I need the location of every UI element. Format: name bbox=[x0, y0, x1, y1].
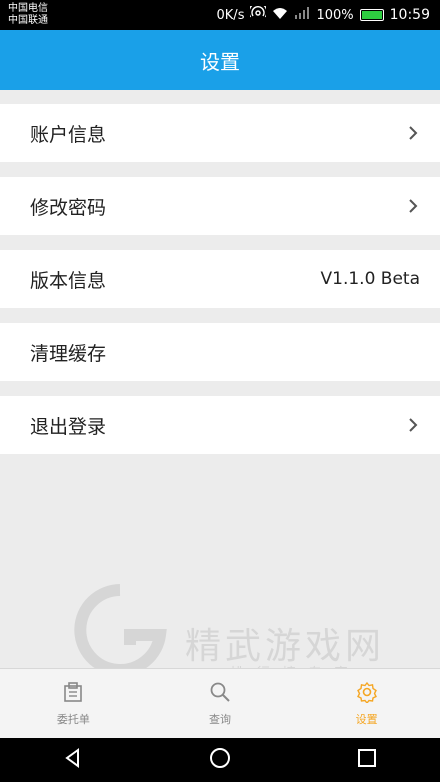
network-speed: 0K/s bbox=[216, 7, 245, 23]
hotspot-icon bbox=[248, 2, 269, 24]
settings-row-clear-cache[interactable]: 清理缓存 bbox=[0, 323, 440, 381]
app-header: 设置 bbox=[0, 30, 440, 90]
watermark-logo-icon bbox=[74, 584, 167, 675]
tab-settings[interactable]: 设置 bbox=[293, 669, 440, 738]
recents-icon[interactable] bbox=[357, 748, 377, 772]
version-label: 版本信息 bbox=[30, 269, 107, 292]
chevron-right-icon bbox=[406, 199, 420, 213]
status-bar: 中国电信 中国联通 0K/s 100% 10:59 bbox=[0, 0, 440, 30]
chevron-right-icon bbox=[406, 418, 420, 432]
battery-icon bbox=[359, 9, 384, 21]
signal-icon bbox=[294, 7, 310, 23]
settings-row-account-info[interactable]: 账户信息 bbox=[0, 104, 440, 162]
clock: 10:59 bbox=[389, 7, 430, 23]
battery-percent: 100% bbox=[316, 7, 354, 23]
carrier-2: 中国联通 bbox=[8, 15, 48, 26]
carrier-info: 中国电信 中国联通 bbox=[8, 3, 48, 27]
gear-icon bbox=[356, 681, 378, 707]
tab-orders[interactable]: 委托单 bbox=[0, 669, 147, 738]
logout-label: 退出登录 bbox=[30, 415, 107, 438]
tab-settings-label: 设置 bbox=[355, 712, 378, 726]
tab-query-label: 查询 bbox=[209, 712, 231, 726]
settings-row-version: 版本信息 V1.1.0 Beta bbox=[0, 250, 440, 308]
system-nav-bar bbox=[0, 738, 440, 782]
page-title: 设置 bbox=[200, 49, 240, 74]
account-info-label: 账户信息 bbox=[30, 123, 107, 146]
change-password-label: 修改密码 bbox=[30, 196, 107, 219]
bottom-tab-bar: 委托单 查询 设置 bbox=[0, 668, 440, 738]
watermark-text: 精武游戏网 bbox=[185, 626, 386, 667]
tab-query[interactable]: 查询 bbox=[147, 669, 294, 738]
back-icon[interactable] bbox=[63, 748, 83, 772]
watermark: 精武游戏网 排行榜专家 bbox=[60, 575, 420, 682]
clear-cache-label: 清理缓存 bbox=[30, 342, 107, 365]
chevron-right-icon bbox=[406, 126, 420, 140]
home-icon[interactable] bbox=[209, 747, 231, 773]
status-right: 0K/s 100% 10:59 bbox=[217, 0, 430, 30]
version-value: V1.1.0 Beta bbox=[320, 269, 421, 289]
carrier-1: 中国电信 bbox=[8, 3, 48, 14]
settings-row-change-password[interactable]: 修改密码 bbox=[0, 177, 440, 235]
clipboard-icon bbox=[62, 681, 84, 707]
wifi-icon bbox=[272, 7, 288, 23]
tab-orders-label: 委托单 bbox=[56, 712, 90, 726]
settings-row-logout[interactable]: 退出登录 bbox=[0, 396, 440, 454]
search-icon bbox=[209, 681, 231, 707]
